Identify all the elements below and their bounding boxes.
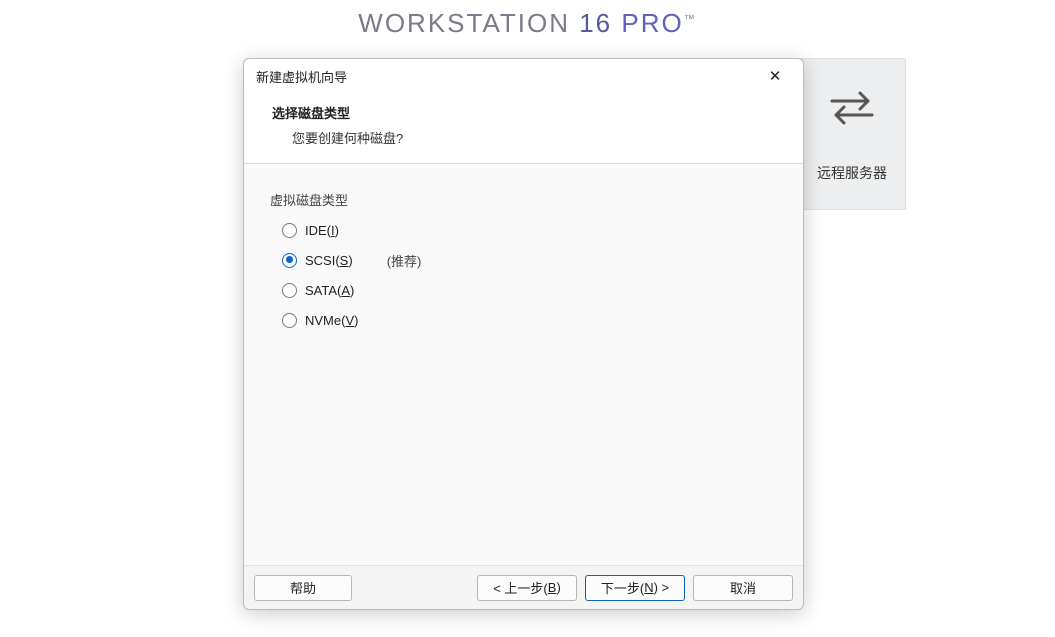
new-vm-wizard-dialog: 新建虚拟机向导 ✕ 选择磁盘类型 您要创建何种磁盘? 虚拟磁盘类型 IDE(I)… xyxy=(243,58,804,610)
radio-scsi[interactable]: SCSI(S) (推荐) xyxy=(270,245,787,275)
radio-icon xyxy=(282,283,297,298)
wizard-header: 选择磁盘类型 您要创建何种磁盘? xyxy=(244,93,803,164)
radio-sata-label: SATA(A) xyxy=(305,283,354,298)
close-button[interactable]: ✕ xyxy=(757,62,793,90)
remote-server-tile[interactable]: 远程服务器 xyxy=(798,58,906,210)
disk-type-group: 虚拟磁盘类型 IDE(I) SCSI(S) (推荐) SATA(A) NVMe(… xyxy=(260,182,787,335)
wizard-button-bar: 帮助 < 上一步(B) 下一步(N) > 取消 xyxy=(244,565,803,609)
wizard-step-subtitle: 您要创建何种磁盘? xyxy=(292,128,785,147)
help-button[interactable]: 帮助 xyxy=(254,575,352,601)
radio-nvme-label: NVMe(V) xyxy=(305,313,358,328)
dialog-title-bar: 新建虚拟机向导 ✕ xyxy=(244,59,803,93)
radio-icon xyxy=(282,313,297,328)
brand-title: WORKSTATION 16 PRO™ xyxy=(358,8,696,39)
radio-scsi-hint: (推荐) xyxy=(387,251,422,270)
radio-icon xyxy=(282,223,297,238)
next-button[interactable]: 下一步(N) > xyxy=(585,575,685,601)
radio-ide-label: IDE(I) xyxy=(305,223,339,238)
radio-icon xyxy=(282,253,297,268)
radio-ide[interactable]: IDE(I) xyxy=(270,215,787,245)
back-button[interactable]: < 上一步(B) xyxy=(477,575,577,601)
remote-server-label: 远程服务器 xyxy=(817,163,887,183)
wizard-step-title: 选择磁盘类型 xyxy=(272,103,785,122)
cancel-button[interactable]: 取消 xyxy=(693,575,793,601)
wizard-content: 虚拟磁盘类型 IDE(I) SCSI(S) (推荐) SATA(A) NVMe(… xyxy=(244,164,803,565)
close-icon: ✕ xyxy=(769,67,782,85)
radio-scsi-label: SCSI(S) xyxy=(305,253,353,268)
radio-sata[interactable]: SATA(A) xyxy=(270,275,787,305)
radio-nvme[interactable]: NVMe(V) xyxy=(270,305,787,335)
connect-icon xyxy=(824,87,880,127)
dialog-title: 新建虚拟机向导 xyxy=(256,67,347,86)
disk-type-group-label: 虚拟磁盘类型 xyxy=(270,190,787,215)
